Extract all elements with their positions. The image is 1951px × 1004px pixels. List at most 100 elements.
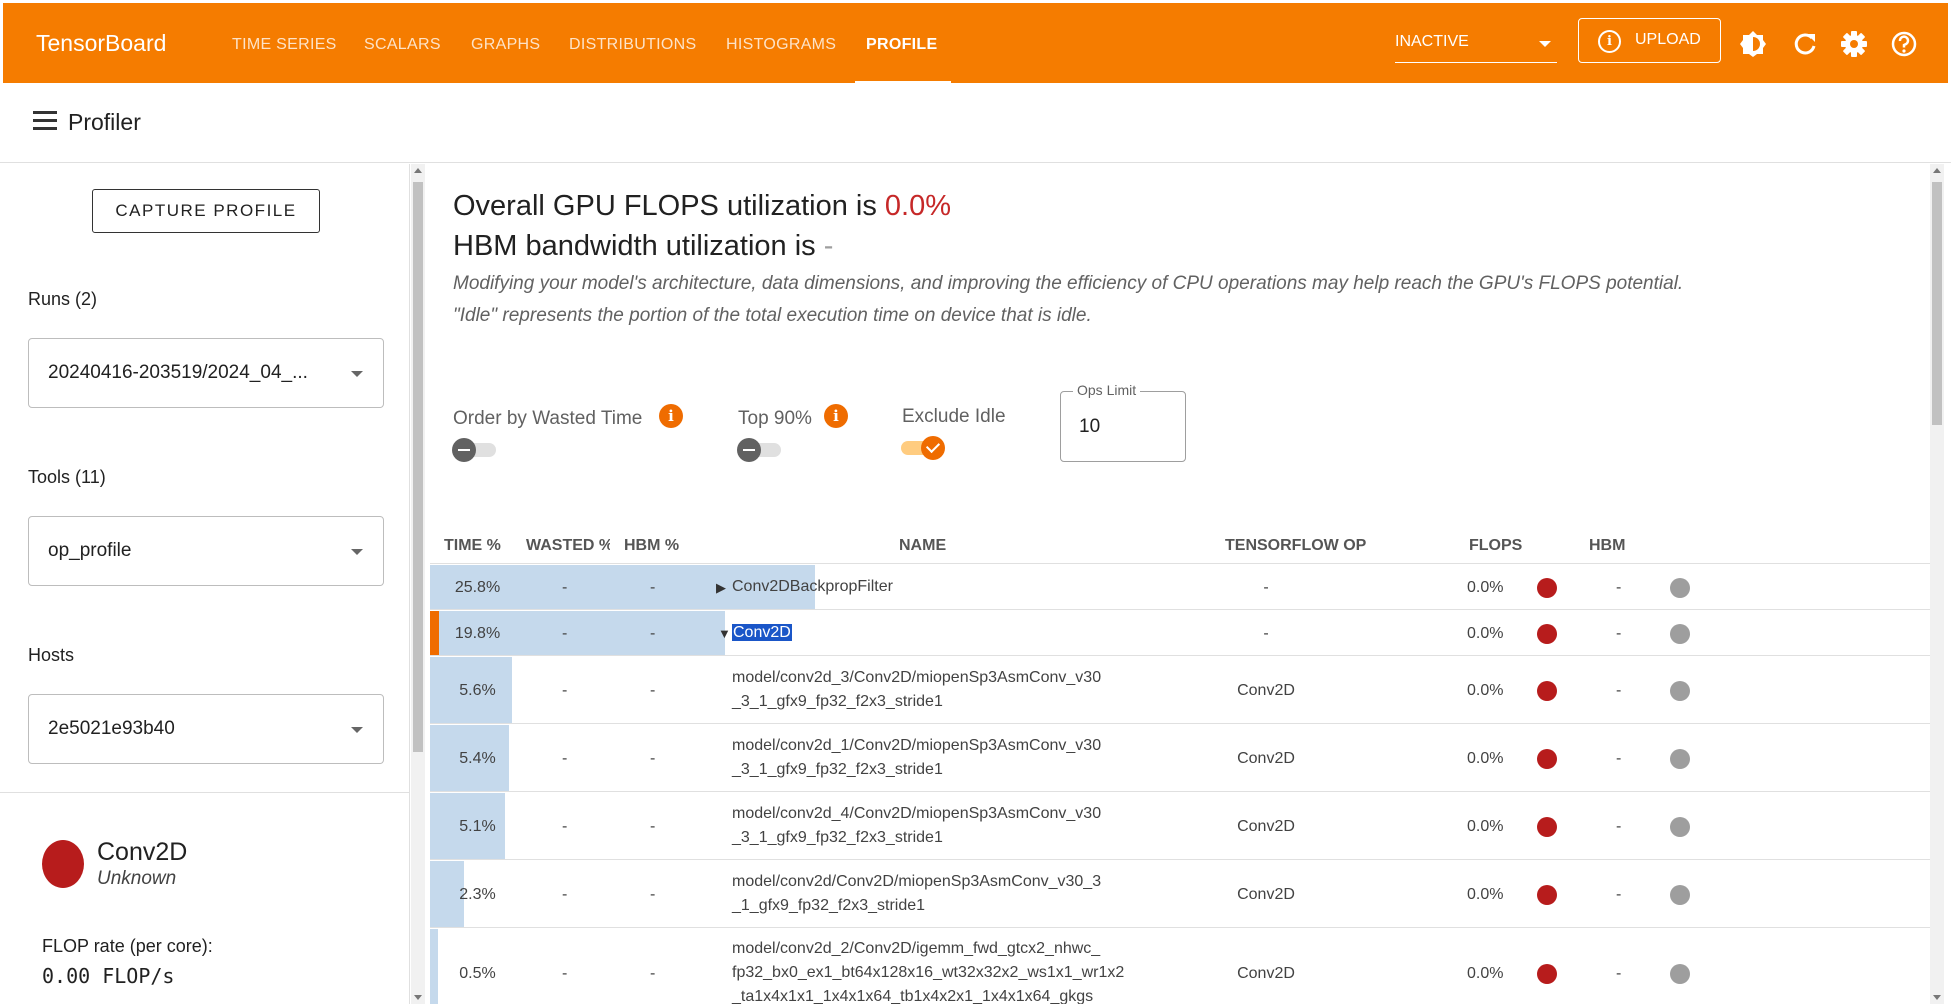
main-scrollbar[interactable] [1930,164,1944,1004]
table-row[interactable]: 5.4% - - model/conv2d_1/Conv2D/miopenSp3… [430,725,1930,792]
upload-button[interactable]: i UPLOAD [1578,18,1721,63]
sidebar: CAPTURE PROFILE Runs (2) 20240416-203519… [0,164,410,1004]
hosts-select[interactable]: 2e5021e93b40 [28,694,384,764]
wasted-cell: - [562,965,568,982]
profiler-header: Profiler [0,83,1951,163]
order-by-wasted-toggle[interactable] [452,436,498,462]
flops-status-dot [1537,749,1557,769]
scroll-down-icon[interactable] [1933,995,1941,1000]
time-cell: 5.6% [459,682,496,699]
upload-label: UPLOAD [1635,31,1701,48]
hbm-status-dot [1670,578,1690,598]
plugin-status-select[interactable]: INACTIVE [1395,33,1557,63]
hbm-cell: - [1616,625,1622,642]
top-90-label: Top 90% [738,408,812,429]
ops-limit-field[interactable]: Ops Limit 10 [1060,382,1186,462]
col-wasted[interactable]: WASTED % [526,537,610,555]
page-title: Profiler [68,109,141,135]
table-row[interactable]: 5.1% - - model/conv2d_4/Conv2D/miopenSp3… [430,793,1930,860]
flops-cell: 0.0% [1467,886,1504,903]
tab-profile[interactable]: PROFILE [866,36,937,54]
wasted-cell: - [562,886,568,903]
scroll-down-icon[interactable] [414,995,422,1000]
tf-op-cell: Conv2D [1237,750,1295,767]
ops-limit-value[interactable]: 10 [1079,416,1100,438]
expand-arrow-icon[interactable]: ▶ [716,580,726,596]
help-icon[interactable] [1889,29,1919,59]
sidebar-scroll-thumb[interactable] [413,182,423,752]
name-cell: model/conv2d_3/Conv2D/miopenSp3AsmConv_v… [732,669,1102,710]
table-row[interactable]: 5.6% - - model/conv2d_3/Conv2D/miopenSp3… [430,657,1930,724]
col-time[interactable]: TIME % [444,537,501,555]
wasted-cell: - [562,579,568,596]
runs-value: 20240416-203519/2024_04_... [48,362,308,383]
table-row[interactable]: 25.8% - - ▶ Conv2DBackpropFilter - 0.0% … [430,565,1930,610]
col-tensorflow-op[interactable]: TENSORFLOW OP [1225,537,1366,555]
hbm-cell: - [1616,750,1622,767]
table-row[interactable]: 2.3% - - model/conv2d/Conv2D/miopenSp3As… [430,861,1930,928]
runs-select[interactable]: 20240416-203519/2024_04_... [28,338,384,408]
col-hbm-pct[interactable]: HBM % [624,537,679,555]
flop-rate-value: 0.00 FLOP/s [42,964,175,988]
tf-op-cell: Conv2D [1237,965,1295,982]
flops-status-dot [1537,817,1557,837]
hbm-pct-cell: - [650,750,656,767]
sidebar-scrollbar[interactable] [411,164,425,1004]
flops-cell: 0.0% [1467,818,1504,835]
tab-scalars[interactable]: SCALARS [364,36,441,54]
main-scroll-thumb[interactable] [1932,182,1942,425]
scroll-up-icon[interactable] [1933,168,1941,173]
tab-histograms[interactable]: HISTOGRAMS [726,36,836,54]
name-cell: model/conv2d_1/Conv2D/miopenSp3AsmConv_v… [732,737,1102,778]
flops-status-dot [1537,578,1557,598]
info-icon[interactable]: i [824,404,848,428]
op-color-swatch [42,840,84,888]
hosts-value: 2e5021e93b40 [48,718,175,739]
flops-status-dot [1537,964,1557,984]
flops-cell: 0.0% [1467,579,1504,596]
tools-select[interactable]: op_profile [28,516,384,586]
col-name[interactable]: NAME [899,537,946,555]
theme-toggle-icon[interactable] [1738,29,1768,59]
brand-logo[interactable]: TensorBoard [36,30,166,57]
name-cell: Conv2D [732,624,792,641]
name-cell: model/conv2d/Conv2D/miopenSp3AsmConv_v30… [732,873,1102,914]
flops-utilization-value: 0.0% [884,190,952,222]
selected-row-indicator [430,611,439,655]
reload-icon[interactable] [1790,29,1820,59]
tab-time-series[interactable]: TIME SERIES [232,36,337,54]
hbm-utilization-line: HBM bandwidth utilization is - [453,230,834,262]
exclude-idle-toggle[interactable] [901,434,947,460]
time-cell: 25.8% [454,579,501,596]
tab-graphs[interactable]: GRAPHS [471,36,540,54]
menu-icon[interactable] [33,111,57,131]
top-90-toggle[interactable] [737,436,783,462]
hbm-cell: - [1616,682,1622,699]
collapse-arrow-icon[interactable]: ▼ [718,626,731,641]
wasted-cell: - [562,682,568,699]
hbm-pct-cell: - [650,965,656,982]
table-row[interactable]: 0.5% - - model/conv2d_2/Conv2D/igemm_fwd… [430,929,1930,1004]
hbm-pct-cell: - [650,625,656,642]
order-by-wasted-label: Order by Wasted Time [453,408,643,429]
hbm-status-dot [1670,624,1690,644]
tab-distributions[interactable]: DISTRIBUTIONS [569,36,696,54]
app-bar: TensorBoard TIME SERIES SCALARS GRAPHS D… [3,3,1948,84]
flops-status-dot [1537,885,1557,905]
scroll-up-icon[interactable] [414,168,422,173]
col-flops[interactable]: FLOPS [1469,537,1522,555]
hbm-cell: - [1616,886,1622,903]
hbm-cell: - [1616,818,1622,835]
table-row-selected[interactable]: 19.8% - - ▼ Conv2D - 0.0% - [430,611,1930,656]
flops-cell: 0.0% [1467,625,1504,642]
chevron-down-icon [351,371,363,377]
op-details-name: Conv2D [97,838,188,866]
info-icon: i [1598,30,1621,53]
settings-gear-icon[interactable] [1839,29,1869,59]
hbm-status-dot [1670,885,1690,905]
wasted-cell: - [562,625,568,642]
info-icon[interactable]: i [659,404,683,428]
col-hbm[interactable]: HBM [1589,537,1625,555]
runs-label: Runs (2) [28,289,98,309]
capture-profile-button[interactable]: CAPTURE PROFILE [92,189,320,233]
